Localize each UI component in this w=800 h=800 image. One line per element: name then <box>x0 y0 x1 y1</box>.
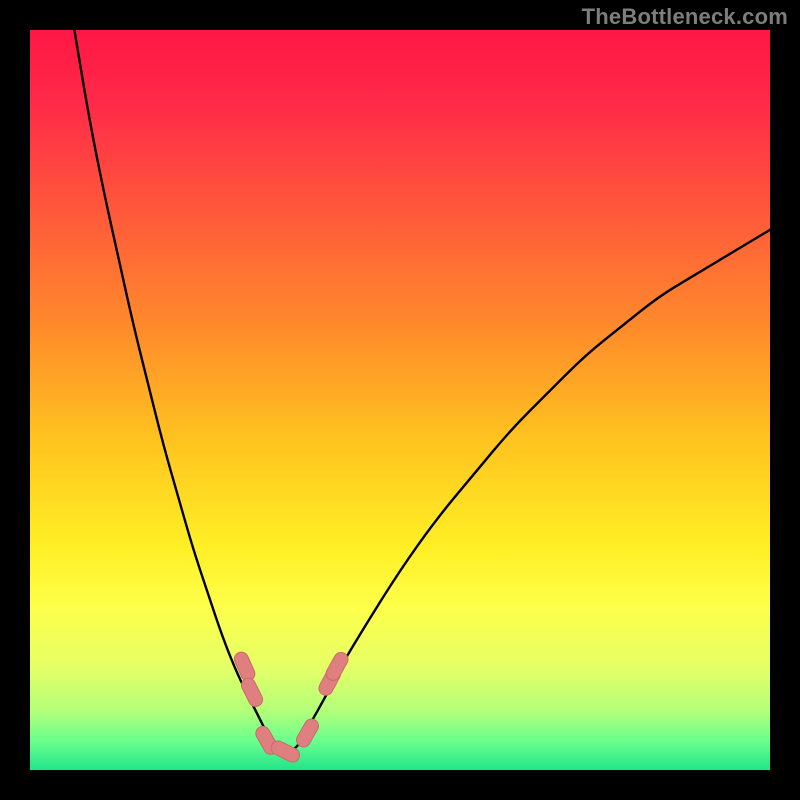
marker-trough-right <box>294 717 321 750</box>
marker-right-cluster-b <box>324 650 351 683</box>
marker-left-cluster-top <box>232 650 257 683</box>
marker-left-cluster-mid <box>239 676 265 709</box>
trough-markers <box>232 650 350 765</box>
plot-area <box>30 30 770 770</box>
watermark-text: TheBottleneck.com <box>582 4 788 30</box>
chart-stage: TheBottleneck.com <box>0 0 800 800</box>
curve-layer <box>30 30 770 770</box>
bottleneck-curve <box>74 30 770 752</box>
